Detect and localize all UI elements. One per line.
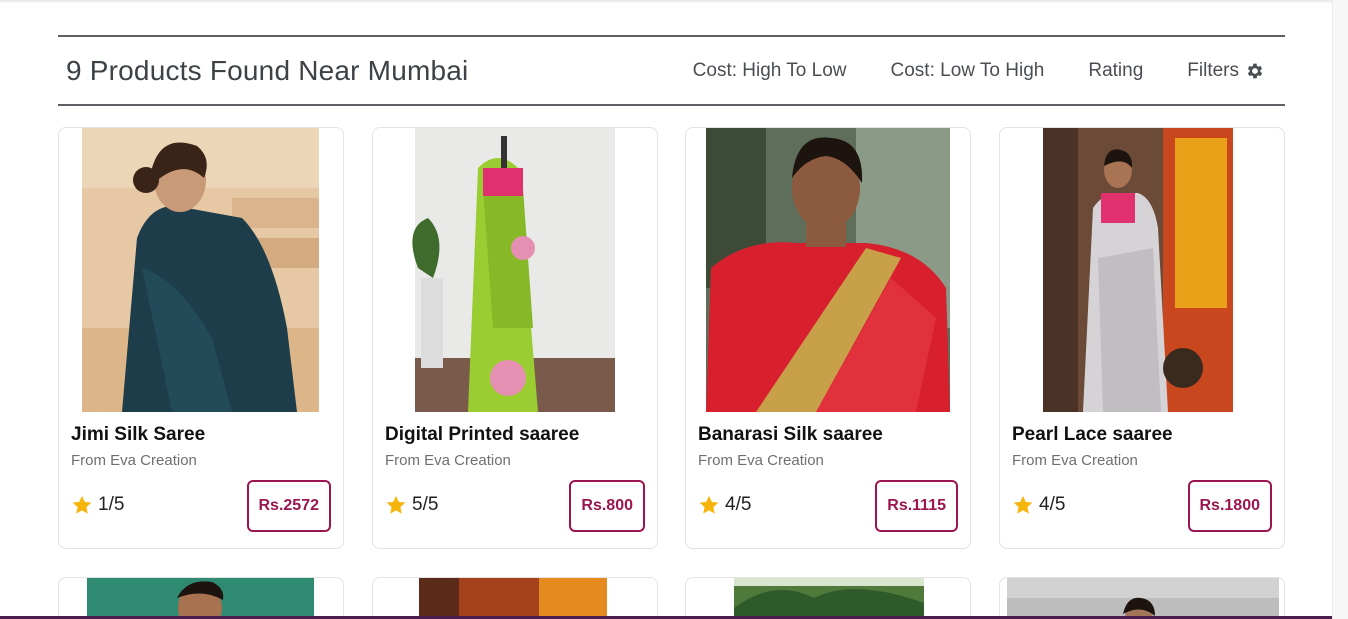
product-card[interactable]: [685, 577, 971, 619]
page-title: 9 Products Found Near Mumbai: [66, 54, 469, 86]
rating-value: 4/5: [725, 494, 752, 515]
product-image[interactable]: [373, 128, 615, 412]
star-icon: [699, 495, 719, 514]
product-card[interactable]: Banarasi Silk saaree From Eva Creation 4…: [685, 127, 971, 549]
product-name[interactable]: Digital Printed saaree: [385, 424, 579, 446]
product-name[interactable]: Pearl Lace saaree: [1012, 424, 1173, 446]
product-rating: 4/5: [1012, 494, 1065, 516]
sort-rating-button[interactable]: Rating: [1088, 60, 1143, 82]
gear-icon: [1247, 63, 1263, 78]
rating-value: 4/5: [1039, 494, 1066, 515]
product-image[interactable]: [706, 128, 950, 412]
sort-low-to-high-button[interactable]: Cost: Low To High: [891, 60, 1045, 82]
star-icon: [1013, 495, 1033, 514]
product-image[interactable]: [82, 128, 319, 412]
sort-bar: Cost: High To Low Cost: Low To High Rati…: [693, 60, 1265, 82]
product-image[interactable]: [1007, 578, 1279, 619]
product-image[interactable]: [1043, 128, 1233, 412]
product-seller: From Eva Creation: [698, 452, 824, 469]
product-image[interactable]: [734, 578, 924, 619]
product-seller: From Eva Creation: [385, 452, 511, 469]
price-button[interactable]: Rs.2572: [246, 480, 331, 532]
rating-value: 5/5: [412, 494, 439, 515]
price-button[interactable]: Rs.1800: [1187, 480, 1272, 532]
filters-label: Filters: [1187, 59, 1239, 81]
product-card[interactable]: [58, 577, 344, 619]
scrollbar[interactable]: [1332, 0, 1348, 619]
product-seller: From Eva Creation: [1012, 452, 1138, 469]
product-rating: 5/5: [385, 494, 438, 516]
star-icon: [72, 495, 92, 514]
product-image[interactable]: [87, 578, 314, 619]
rating-value: 1/5: [98, 494, 125, 515]
results-header: 9 Products Found Near Mumbai Cost: High …: [58, 35, 1285, 106]
product-rating: 4/5: [698, 494, 751, 516]
product-name[interactable]: Banarasi Silk saaree: [698, 424, 883, 446]
filters-button[interactable]: Filters: [1187, 60, 1265, 82]
product-image[interactable]: [419, 578, 607, 619]
product-card[interactable]: Pearl Lace saaree From Eva Creation 4/5 …: [999, 127, 1285, 549]
price-button[interactable]: Rs.800: [569, 480, 645, 532]
sort-high-to-low-button[interactable]: Cost: High To Low: [693, 60, 847, 82]
product-card[interactable]: [372, 577, 658, 619]
product-card[interactable]: Digital Printed saaree From Eva Creation…: [372, 127, 658, 549]
product-seller: From Eva Creation: [71, 452, 197, 469]
product-card[interactable]: [999, 577, 1285, 619]
price-button[interactable]: Rs.1115: [875, 480, 958, 532]
product-name[interactable]: Jimi Silk Saree: [71, 424, 205, 446]
top-shadow: [0, 0, 1332, 3]
star-icon: [386, 495, 406, 514]
product-rating: 1/5: [71, 494, 124, 516]
product-card[interactable]: Jimi Silk Saree From Eva Creation 1/5 Rs…: [58, 127, 344, 549]
